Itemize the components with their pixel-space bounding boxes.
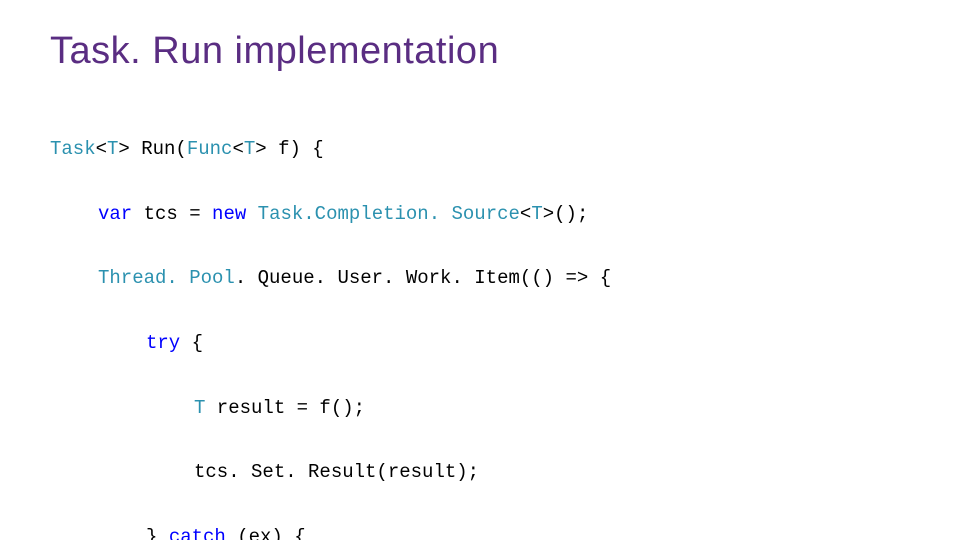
slide: Task. Run implementation Task<T> Run(Fun… <box>0 0 960 540</box>
code-text: < <box>96 138 107 160</box>
type-tcs: Task.Completion. Source <box>258 203 520 225</box>
code-text: . Queue. User. Work. Item(() => { <box>235 267 611 289</box>
code-line: Thread. Pool. Queue. User. Work. Item(()… <box>50 262 910 294</box>
type-func: Func <box>187 138 233 160</box>
code-text: > f) { <box>255 138 323 160</box>
type-threadpool: Thread. Pool <box>98 267 235 289</box>
code-text: < <box>232 138 243 160</box>
code-text: } <box>146 526 169 540</box>
type-t: T <box>194 397 205 419</box>
code-text: >(); <box>543 203 589 225</box>
type-t: T <box>531 203 542 225</box>
code-text: tcs = <box>132 203 212 225</box>
keyword-var: var <box>98 203 132 225</box>
code-text: (ex) { <box>226 526 306 540</box>
keyword-new: new <box>212 203 246 225</box>
code-block: Task<T> Run(Func<T> f) { var tcs = new T… <box>50 101 910 540</box>
code-line: tcs. Set. Result(result); <box>50 456 910 488</box>
code-line: var tcs = new Task.Completion. Source<T>… <box>50 198 910 230</box>
code-line: Task<T> Run(Func<T> f) { <box>50 133 910 165</box>
slide-title: Task. Run implementation <box>50 30 910 73</box>
keyword-catch: catch <box>169 526 226 540</box>
keyword-try: try <box>146 332 180 354</box>
code-text: { <box>180 332 203 354</box>
code-text: tcs. Set. Result(result); <box>194 461 479 483</box>
code-line: } catch (ex) { <box>50 521 910 540</box>
type-task: Task <box>50 138 96 160</box>
code-line: try { <box>50 327 910 359</box>
code-text: > Run( <box>118 138 186 160</box>
code-text: result = f(); <box>205 397 365 419</box>
code-text <box>246 203 257 225</box>
code-line: T result = f(); <box>50 392 910 424</box>
code-text: < <box>520 203 531 225</box>
type-t: T <box>244 138 255 160</box>
type-t: T <box>107 138 118 160</box>
